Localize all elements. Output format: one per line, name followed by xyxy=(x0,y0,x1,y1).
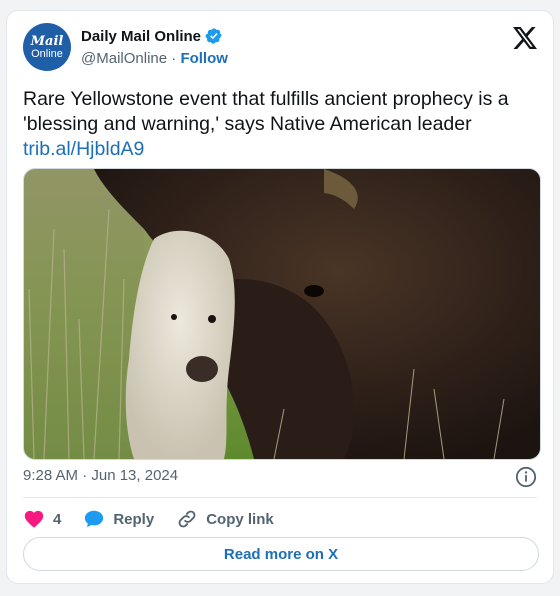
like-button[interactable]: 4 xyxy=(23,508,61,530)
reply-label: Reply xyxy=(113,510,155,528)
tweet-text-block: Rare Yellowstone event that fulfills anc… xyxy=(23,87,539,162)
follow-button[interactable]: Follow xyxy=(180,50,228,67)
photo-bison-and-white-calf xyxy=(24,169,540,459)
copy-link-label: Copy link xyxy=(206,510,274,528)
author-name-row: Daily Mail Online xyxy=(81,27,223,45)
reply-button[interactable]: Reply xyxy=(83,508,154,530)
separator: · xyxy=(171,50,177,67)
avatar-text-mail: Mail xyxy=(30,33,64,49)
author-handle[interactable]: @MailOnline xyxy=(81,50,167,67)
avatar[interactable]: Mail Online xyxy=(23,23,71,71)
reply-bubble-icon xyxy=(85,510,104,528)
link-icon xyxy=(178,510,196,528)
author-handle-row: @MailOnline · Follow xyxy=(81,50,228,67)
heart-icon xyxy=(24,510,44,528)
info-icon[interactable] xyxy=(515,466,537,488)
like-count: 4 xyxy=(53,510,62,528)
author-display-name[interactable]: Daily Mail Online xyxy=(81,28,201,45)
avatar-text-online: Online xyxy=(31,47,63,60)
tweet-timestamp[interactable]: 9:28 AM · Jun 13, 2024 xyxy=(23,467,178,484)
tweet-text: Rare Yellowstone event that fulfills anc… xyxy=(23,88,509,135)
action-bar: 4 Reply Copy link xyxy=(23,507,296,531)
tweet-photo[interactable] xyxy=(23,168,541,460)
tweet-link[interactable]: trib.al/HjbldA9 xyxy=(23,137,539,162)
divider xyxy=(23,497,537,498)
verified-badge-icon xyxy=(205,28,222,44)
tweet-card: Mail Online Daily Mail Online @MailOnlin… xyxy=(6,10,554,584)
x-logo-icon[interactable] xyxy=(513,27,537,49)
copy-link-button[interactable]: Copy link xyxy=(176,508,274,530)
read-more-button[interactable]: Read more on X xyxy=(23,537,539,571)
